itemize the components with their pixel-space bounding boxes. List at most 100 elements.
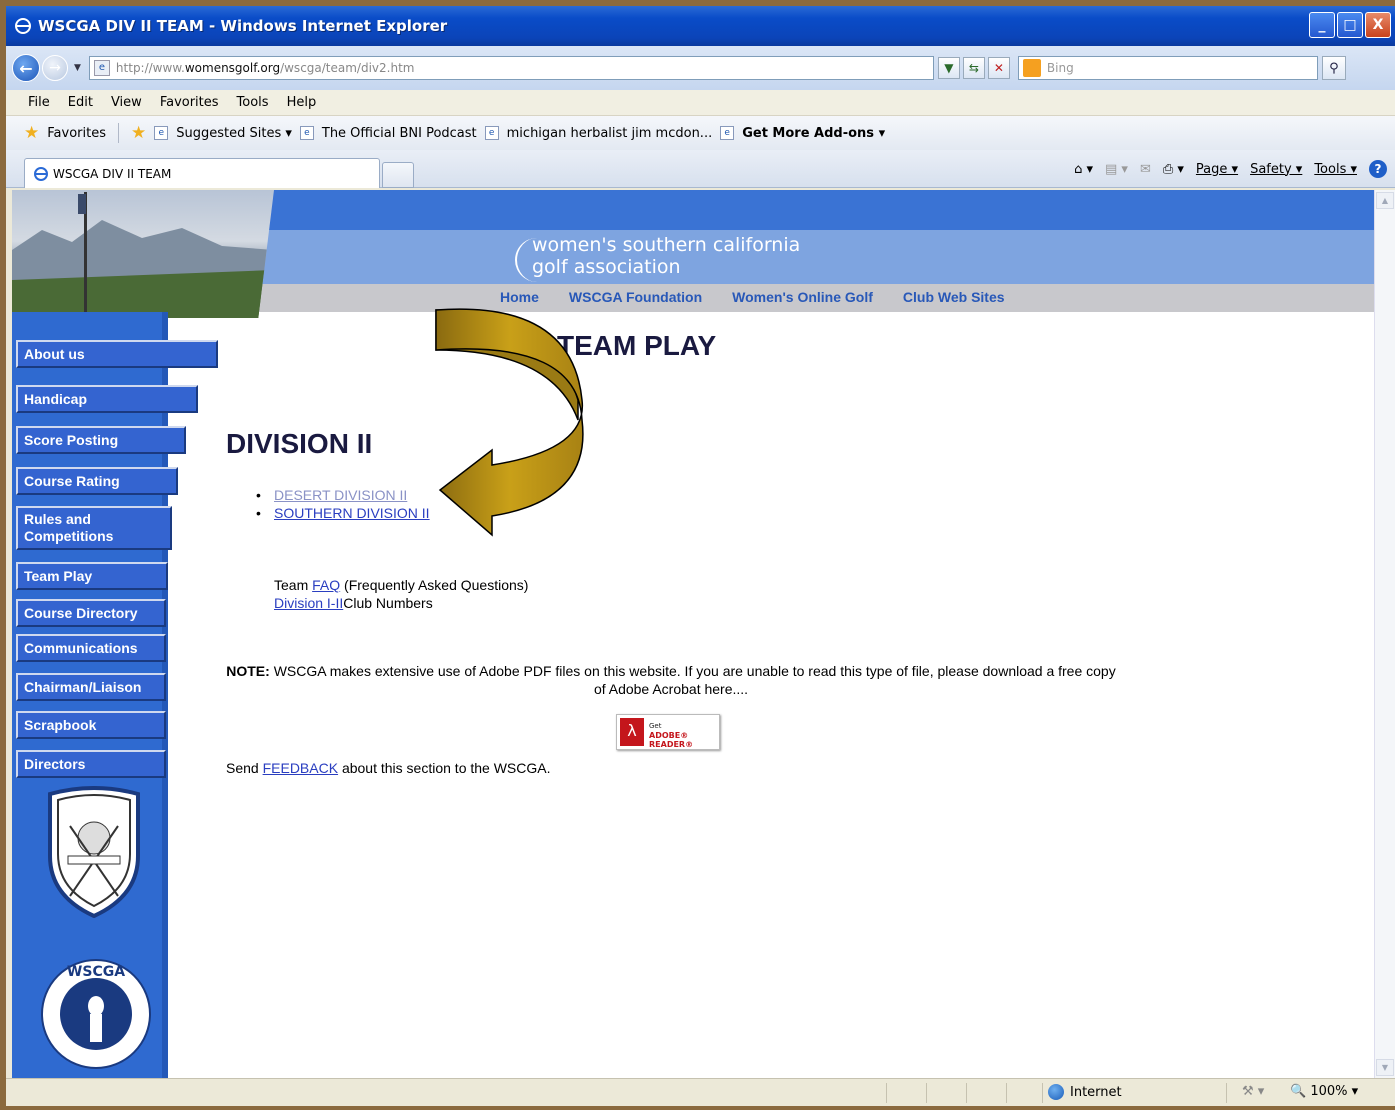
southern-division-link[interactable]: SOUTHERN DIVISION II (274, 505, 430, 521)
note-text: WSCGA makes extensive use of Adobe PDF f… (273, 663, 1116, 697)
address-dropdown-icon[interactable]: ▼ (937, 57, 960, 79)
sidebar-scrapbook[interactable]: Scrapbook (16, 711, 166, 739)
rules-line2: Competitions (24, 528, 114, 544)
sidebar-score-posting[interactable]: Score Posting (16, 426, 186, 454)
tab-wscga-div-ii[interactable]: WSCGA DIV II TEAM (24, 158, 380, 188)
faq-prefix: Team (274, 577, 309, 593)
faq-suffix: (Frequently Asked Questions) (344, 577, 529, 593)
note-label: NOTE: (226, 663, 270, 679)
fav-get-addons[interactable]: Get More Add-ons ▾ (742, 126, 885, 141)
sidebar-about-us[interactable]: About us (16, 340, 218, 368)
search-input[interactable]: Bing (1017, 56, 1318, 80)
page-menu[interactable]: Page ▾ (1196, 162, 1238, 177)
adobe-get-text: Get (649, 722, 662, 730)
menu-bar: File Edit View Favorites Tools Help (6, 90, 1395, 116)
print-icon[interactable]: ⎙ ▾ (1163, 162, 1184, 177)
zoom-control[interactable]: 🔍 100% ▾ (1290, 1084, 1358, 1099)
faq-link[interactable]: FAQ (312, 577, 340, 593)
menu-view[interactable]: View (111, 95, 142, 110)
title-bar[interactable]: WSCGA DIV II TEAM - Windows Internet Exp… (6, 6, 1395, 46)
menu-file[interactable]: File (28, 95, 50, 110)
scroll-up-icon[interactable]: ▲ (1376, 192, 1394, 209)
sidebar-directors[interactable]: Directors (16, 750, 166, 778)
safety-menu[interactable]: Safety ▾ (1250, 162, 1302, 177)
separator (117, 123, 119, 143)
tab-bar: WSCGA DIV II TEAM ⌂ ▾ ▤ ▾ ✉ ⎙ ▾ Page ▾ S… (6, 150, 1395, 188)
division-list: DESERT DIVISION II SOUTHERN DIVISION II (256, 486, 430, 522)
url-prefix: http://www. (115, 61, 185, 75)
header-photo (12, 190, 274, 318)
wscga-foundation-seal: WSCGA (41, 959, 151, 1069)
menu-favorites[interactable]: Favorites (160, 95, 219, 110)
ie-page-icon: e (299, 126, 314, 140)
browser-window: WSCGA DIV II TEAM - Windows Internet Exp… (6, 6, 1395, 1106)
status-divider (1226, 1083, 1227, 1103)
home-icon[interactable]: ⌂ ▾ (1074, 162, 1093, 177)
vertical-scrollbar[interactable]: ▲ ▼ (1374, 190, 1395, 1078)
menu-help[interactable]: Help (287, 95, 317, 110)
forward-button[interactable]: → (42, 55, 68, 81)
bing-icon (1022, 59, 1041, 77)
sidebar-course-rating[interactable]: Course Rating (16, 467, 178, 495)
search-icon[interactable]: ⚲ (1321, 56, 1346, 80)
division-heading: DIVISION II (226, 428, 373, 459)
ie-page-icon: e (484, 126, 499, 140)
favorites-button[interactable]: Favorites (47, 126, 106, 141)
refresh-icon[interactable]: ⇆ (962, 57, 985, 79)
status-divider (1006, 1083, 1007, 1103)
sidebar-chairman-liaison[interactable]: Chairman/Liaison (16, 673, 166, 701)
ie-page-icon: e (154, 126, 169, 140)
mountain-photo (12, 192, 274, 318)
zone-label: Internet (1070, 1084, 1122, 1100)
nav-womens-online-golf[interactable]: Women's Online Golf (732, 289, 873, 305)
feedback-line: Send FEEDBACK about this section to the … (226, 760, 551, 776)
sidebar-course-directory[interactable]: Course Directory (16, 599, 166, 627)
status-divider (886, 1083, 887, 1103)
brand-line2: golf association (532, 256, 681, 278)
division-clubs-link[interactable]: Division I-II (274, 595, 343, 611)
recent-pages-dropdown-icon[interactable]: ▼ (74, 63, 81, 73)
close-button[interactable]: X (1365, 12, 1391, 38)
get-adobe-reader-button[interactable]: λ Get ADOBE® READER® (616, 714, 720, 750)
adobe-pdf-icon: λ (620, 718, 644, 746)
address-controls: ▼ ⇆ ✕ (937, 57, 1010, 79)
mail-icon[interactable]: ✉ (1140, 162, 1151, 177)
feedback-suffix: about this section to the WSCGA. (341, 760, 551, 776)
tools-menu[interactable]: Tools ▾ (1314, 162, 1357, 177)
sidebar-rules-and-competitions[interactable]: Rules and Competitions (16, 506, 172, 550)
help-icon[interactable]: ? (1369, 160, 1387, 178)
stop-icon[interactable]: ✕ (987, 57, 1010, 79)
new-tab-button[interactable] (382, 162, 414, 188)
fav-suggested-sites[interactable]: Suggested Sites ▾ (176, 126, 292, 141)
sidebar-handicap[interactable]: Handicap (16, 385, 198, 413)
list-item: DESERT DIVISION II (256, 486, 430, 504)
window-controls: _ □ X (1309, 12, 1391, 38)
ie-tab-icon (34, 166, 48, 181)
address-input[interactable]: e http://www. womensgolf.org/wscga/team/d… (88, 56, 934, 80)
clubs-suffix: Club Numbers (343, 595, 433, 611)
security-zone[interactable]: Internet (1048, 1084, 1122, 1100)
add-favorite-icon[interactable]: ★ (131, 123, 146, 143)
menu-tools[interactable]: Tools (237, 95, 269, 110)
fav-bni-podcast[interactable]: The Official BNI Podcast (322, 126, 477, 141)
svg-text:WSCGA: WSCGA (67, 964, 125, 980)
feeds-icon[interactable]: ▤ ▾ (1105, 162, 1128, 177)
minimize-button[interactable]: _ (1309, 12, 1335, 38)
feedback-prefix: Send (226, 760, 259, 776)
fav-michigan-herbalist[interactable]: michigan herbalist jim mcdon... (507, 126, 713, 141)
desert-division-link[interactable]: DESERT DIVISION II (274, 487, 407, 503)
status-divider (926, 1083, 927, 1103)
sidebar-team-play[interactable]: Team Play (16, 562, 168, 590)
pdf-note: NOTE: WSCGA makes extensive use of Adobe… (226, 662, 1116, 698)
protected-mode-icon[interactable]: ⚒ ▾ (1242, 1084, 1264, 1099)
scroll-down-icon[interactable]: ▼ (1376, 1059, 1394, 1076)
maximize-button[interactable]: □ (1337, 12, 1363, 38)
menu-edit[interactable]: Edit (68, 95, 93, 110)
nav-club-web-sites[interactable]: Club Web Sites (903, 289, 1005, 305)
feedback-link[interactable]: FEEDBACK (263, 760, 338, 776)
page-icon: e (93, 60, 110, 76)
url-path: /wscga/team/div2.htm (280, 61, 415, 75)
faq-block: Team FAQ (Frequently Asked Questions) Di… (274, 576, 528, 612)
back-button[interactable]: ← (12, 54, 40, 82)
sidebar-communications[interactable]: Communications (16, 634, 166, 662)
